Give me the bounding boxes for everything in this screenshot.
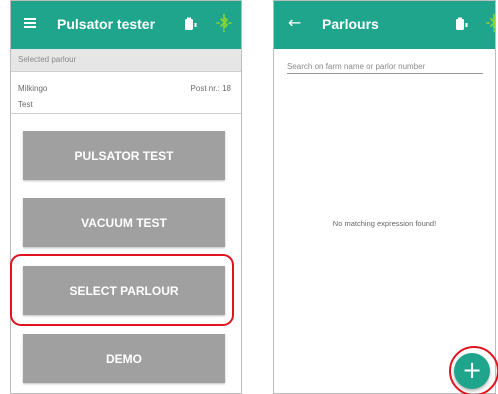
search-input[interactable] — [287, 59, 483, 74]
selected-parlour-header: Selected parlour — [11, 49, 241, 72]
device-battery-icon — [185, 17, 197, 30]
demo-button[interactable]: DEMO — [23, 334, 225, 383]
vacuum-test-button[interactable]: VACUUM TEST — [23, 198, 225, 247]
pulsator-test-button[interactable]: PULSATOR TEST — [23, 131, 225, 180]
post-number: Post nr.: 18 — [190, 84, 231, 93]
app-title: Parlours — [322, 16, 379, 32]
bluetooth-icon — [216, 13, 232, 33]
empty-state-message: No matching expression found! — [332, 219, 437, 228]
pulsator-tester-screen: Pulsator tester Selected parlour Milking… — [10, 0, 242, 394]
app-bar: Pulsator tester — [11, 1, 241, 49]
select-parlour-button[interactable]: SELECT PARLOUR — [23, 266, 225, 315]
bluetooth-icon — [486, 13, 495, 33]
farm-subtitle: Test — [18, 100, 33, 109]
divider — [11, 113, 241, 114]
menu-icon[interactable] — [24, 17, 36, 29]
farm-name: Milkingo — [18, 84, 48, 93]
selected-parlour-label: Selected parlour — [18, 55, 77, 64]
device-battery-icon — [456, 17, 468, 30]
add-parlour-button[interactable]: + — [454, 353, 490, 389]
app-title: Pulsator tester — [57, 16, 156, 32]
app-bar: ← Parlours — [274, 1, 495, 49]
parlours-screen: ← Parlours No matching expression found!… — [273, 0, 496, 394]
plus-icon: + — [461, 356, 483, 384]
arrow-back-icon[interactable]: ← — [288, 14, 301, 32]
